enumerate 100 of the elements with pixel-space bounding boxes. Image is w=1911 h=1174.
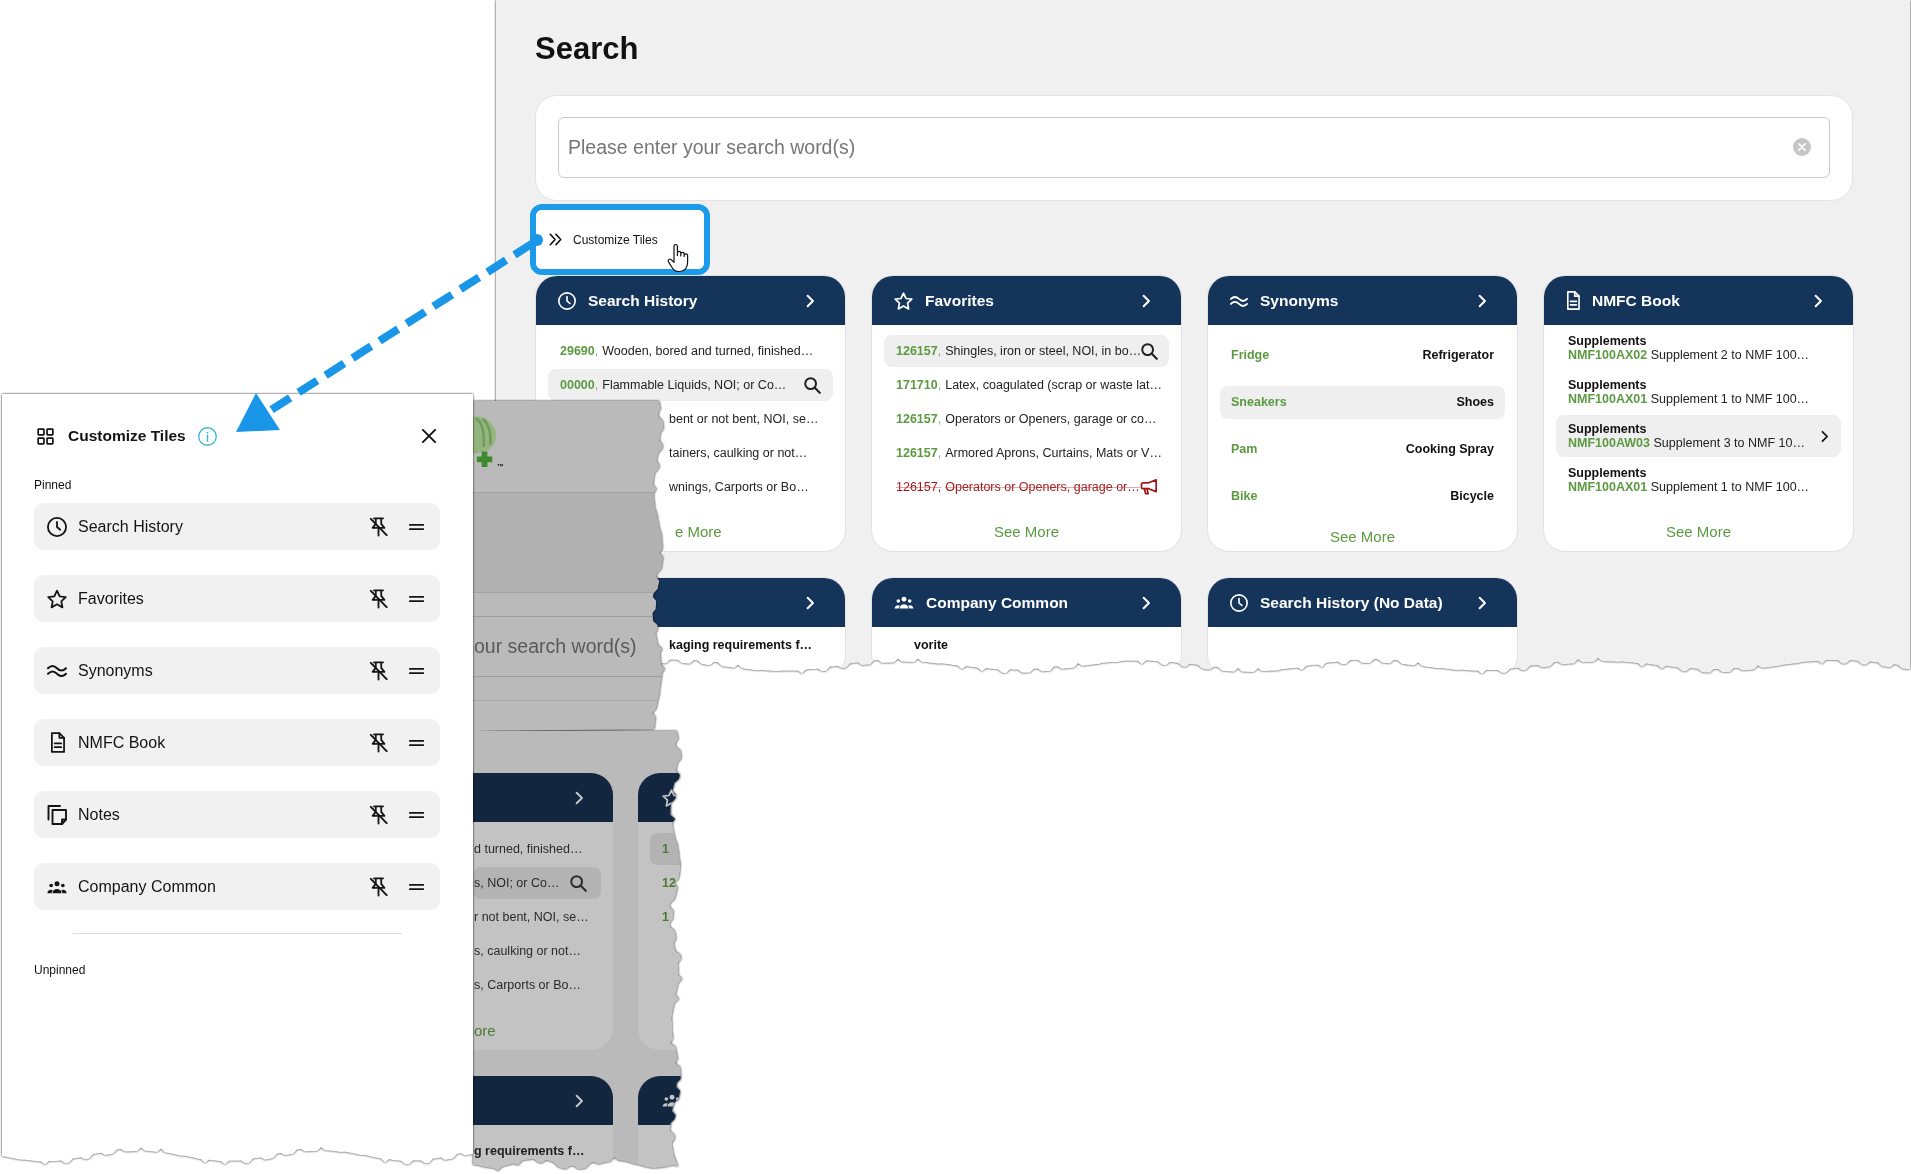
drag-handle-icon[interactable] [409, 594, 424, 603]
section-label: Pinned [34, 478, 73, 492]
tile-title: Company Common [926, 592, 1069, 613]
page-title: Search [535, 30, 639, 68]
favorite-item[interactable]: 126157, Operators or Openers, garage or co… [884, 403, 1169, 435]
unpin-icon[interactable] [369, 660, 388, 681]
synonym-match: Cooking Spray [1405, 441, 1494, 459]
synonym-match: Refrigerator [1422, 347, 1494, 365]
synonym-term: Sneakers [1231, 394, 1287, 412]
customize-tiles-button[interactable]: Customize Tiles [536, 210, 704, 269]
tile-title: NMFC Book [1592, 290, 1680, 311]
synonym-term: Pam [1231, 441, 1258, 459]
book-item[interactable]: Supplements NMF100AX02 Supplement 2 to NMF 100… [1556, 327, 1841, 369]
see-more-link[interactable]: See More [1665, 522, 1731, 542]
tile-name: Favorites [78, 588, 144, 609]
clock-icon [1230, 593, 1248, 612]
star-icon [894, 291, 913, 310]
unpin-icon[interactable] [369, 588, 388, 609]
favorite-item[interactable]: 126157, Operators or Openers, garage or… [884, 471, 1169, 503]
tile-name: NMFC Book [78, 732, 166, 753]
history-item[interactable]: 29690, Wooden, bored and turned, finished… [548, 335, 833, 367]
pinned-tile-item[interactable]: Search History [34, 503, 440, 550]
book-category: Supplements [1568, 333, 1647, 348]
favorite-item[interactable]: 171710, Latex, coagulated (scrap or waste lat… [884, 369, 1169, 401]
history-item[interactable]: r not bent, NOI, se… [473, 901, 601, 933]
synonym-match: Bicycle [1450, 488, 1494, 506]
book-item[interactable]: Supplements NMF100AX01 Supplement 1 to NMF 100… [1556, 371, 1841, 413]
tile-title: Favorites [925, 290, 994, 311]
pinned-tile-item[interactable]: Favorites [34, 575, 440, 622]
unpin-icon[interactable] [369, 804, 388, 825]
tile-title: Search History [588, 290, 698, 311]
tile-title: Synonyms [1260, 290, 1339, 311]
synonym-term: Bike [1231, 488, 1258, 506]
double-chevron-icon [549, 233, 562, 246]
tile-name: Search History [78, 516, 183, 537]
unpin-icon[interactable] [369, 732, 388, 753]
grid-icon [37, 427, 54, 445]
history-item[interactable]: s, NOI; or Co… [473, 867, 601, 899]
close-icon[interactable] [422, 429, 436, 443]
tile-name: Company Common [78, 876, 216, 897]
clock-icon [558, 291, 576, 310]
people-icon [894, 596, 914, 609]
unpin-icon[interactable] [369, 516, 388, 537]
note-item[interactable]: kaging requirements f… [669, 630, 833, 660]
search-field[interactable]: Please enter your search word(s) [558, 117, 1830, 178]
pinned-tile-item[interactable]: Notes [34, 791, 440, 838]
synonym-match: Shoes [1456, 394, 1494, 412]
star-icon [47, 588, 67, 609]
document-icon [49, 732, 65, 753]
book-item[interactable]: Supplements NMF100AX01 Supplement 1 to NMF 100… [1556, 459, 1841, 501]
history-item[interactable]: tainers, caulking or not… [669, 437, 833, 469]
note-item[interactable]: vorite [884, 630, 1169, 660]
chevron-right-icon[interactable] [1821, 429, 1829, 443]
synonym-item[interactable]: Fridge Refrigerator [1220, 339, 1505, 372]
people-icon [47, 879, 67, 894]
tile-name: Notes [78, 804, 120, 825]
see-more-link[interactable]: e More [675, 522, 722, 542]
drag-handle-icon[interactable] [409, 738, 424, 747]
section-label: Unpinned [34, 963, 87, 977]
book-item[interactable]: Supplements NMF100AW03 Supplement 3 to NMF 10… [1556, 415, 1841, 457]
synonym-item[interactable]: Pam Cooking Spray [1220, 433, 1505, 466]
search-icon[interactable] [570, 874, 587, 892]
history-item[interactable]: wnings, Carports or Bo… [669, 471, 833, 503]
synonym-item[interactable]: Bike Bicycle [1220, 480, 1505, 513]
search-field[interactable]: our search word(s) [473, 616, 666, 677]
history-item[interactable]: s, caulking or not… [473, 935, 601, 967]
history-item[interactable]: d turned, finished… [473, 833, 601, 865]
drag-handle-icon[interactable] [409, 882, 424, 891]
favorite-item[interactable]: 126157, Armored Aprons, Curtains, Mats or V… [884, 437, 1169, 469]
note-item[interactable]: g requirements f… [473, 1136, 601, 1166]
history-item[interactable]: s, Carports or Bo… [473, 969, 601, 1001]
search-icon[interactable] [804, 376, 821, 394]
book-category: Supplements [1568, 421, 1647, 436]
see-more-link[interactable]: See More [993, 522, 1059, 542]
drag-handle-icon[interactable] [409, 666, 424, 675]
drag-handle-icon[interactable] [409, 522, 424, 531]
tile-title: Search History (No Data) [1260, 592, 1443, 613]
panel-title: Customize Tiles [68, 426, 186, 447]
clock-icon [47, 516, 67, 537]
synonym-term: Fridge [1231, 347, 1270, 365]
pinned-tile-item[interactable]: NMFC Book [34, 719, 440, 766]
book-entry: NMF100AX01 Supplement 1 to NMF 100… [1568, 480, 1810, 495]
tile-name: Synonyms [78, 660, 153, 681]
search-icon[interactable] [1141, 342, 1159, 360]
pinned-tile-item[interactable]: Company Common [34, 863, 440, 910]
history-item[interactable]: bent or not bent, NOI, se… [669, 403, 833, 435]
favorite-item[interactable]: 126157, Shingles, iron or steel, NOI, in bo… [884, 335, 1169, 367]
drag-handle-icon[interactable] [409, 810, 424, 819]
history-item[interactable]: 00000, Flammable Liquids, NOI; or Co… [548, 369, 833, 401]
unpin-icon[interactable] [369, 876, 388, 897]
book-entry: NMF100AW03 Supplement 3 to NMF 10… [1568, 436, 1805, 451]
book-entry: NMF100AX01 Supplement 1 to NMF 100… [1568, 392, 1810, 407]
pages-icon [47, 804, 67, 825]
book-category: Supplements [1568, 377, 1647, 392]
see-more-link[interactable]: See More [1329, 527, 1395, 547]
megaphone-icon [1139, 479, 1158, 495]
wave-icon [1230, 294, 1248, 307]
pinned-tile-item[interactable]: Synonyms [34, 647, 440, 694]
synonym-item[interactable]: Sneakers Shoes [1220, 386, 1505, 419]
wave-icon [47, 664, 67, 677]
